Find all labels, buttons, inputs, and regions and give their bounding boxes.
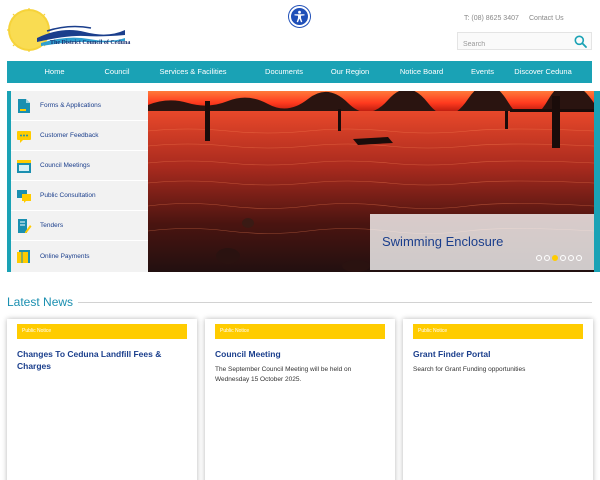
- side-item-council-meetings[interactable]: Council Meetings: [11, 151, 148, 181]
- news-card-text: Search for Grant Funding opportunities: [413, 366, 526, 373]
- nav-item-documents[interactable]: Documents: [254, 61, 314, 83]
- accent-stripe: [594, 91, 600, 272]
- slider-dot[interactable]: [560, 255, 566, 261]
- nav-item-services[interactable]: Services & Facilities: [132, 61, 254, 83]
- payment-document-icon: [17, 250, 30, 263]
- side-item-label: Council Meetings: [40, 162, 90, 169]
- accessibility-button[interactable]: [289, 6, 310, 27]
- side-item-label: Tenders: [40, 222, 64, 229]
- news-card-tag: Public Notice: [215, 324, 385, 339]
- logo-text: The District Council of Ceduna: [50, 40, 131, 46]
- consultation-icon: [17, 189, 31, 203]
- nav-item-discover-ceduna[interactable]: Discover Ceduna: [508, 61, 578, 83]
- accessibility-icon: [294, 10, 305, 23]
- news-card-tag: Public Notice: [17, 324, 187, 339]
- news-card[interactable]: Public Notice Grant Finder Portal Search…: [403, 319, 593, 480]
- chat-bubble-icon: [17, 130, 31, 143]
- nav-item-events[interactable]: Events: [457, 61, 508, 83]
- side-item-online-payments[interactable]: Online Payments: [11, 241, 148, 271]
- side-item-public-consultation[interactable]: Public Consultation: [11, 181, 148, 211]
- news-card[interactable]: Public Notice Council Meeting The Septem…: [205, 319, 395, 480]
- main-nav: Home Council Services & Facilities Docum…: [7, 61, 592, 83]
- search-input[interactable]: [458, 36, 568, 53]
- slider-dot[interactable]: [544, 255, 550, 261]
- slide-caption[interactable]: Swimming Enclosure: [370, 214, 594, 270]
- heading-divider: [78, 302, 592, 303]
- news-card-tag: Public Notice: [413, 324, 583, 339]
- sun-wave-logo-icon: [7, 8, 125, 52]
- council-logo[interactable]: [7, 8, 127, 54]
- quick-links-menu: Forms & Applications Customer Feedback C…: [7, 91, 148, 272]
- search-icon[interactable]: [574, 35, 587, 48]
- side-item-feedback[interactable]: Customer Feedback: [11, 121, 148, 151]
- site-header: The District Council of Ceduna T: (08) 8…: [0, 0, 600, 60]
- news-card-title[interactable]: Changes To Ceduna Landfill Fees & Charge…: [17, 348, 187, 372]
- form-document-icon: [18, 98, 30, 113]
- side-item-tenders[interactable]: Tenders: [11, 211, 148, 241]
- hero-slider[interactable]: Swimming Enclosure: [148, 91, 594, 272]
- slider-dot[interactable]: [568, 255, 574, 261]
- side-item-forms[interactable]: Forms & Applications: [11, 91, 148, 121]
- side-item-label: Customer Feedback: [40, 132, 99, 139]
- side-item-label: Forms & Applications: [40, 102, 102, 109]
- contact-us-link[interactable]: Contact Us: [529, 15, 564, 22]
- nav-item-our-region[interactable]: Our Region: [314, 61, 386, 83]
- phone-number: T: (08) 8625 3407: [464, 15, 519, 22]
- slider-dot-active[interactable]: [552, 255, 558, 261]
- latest-news-heading: Latest News: [7, 295, 74, 309]
- meeting-calendar-icon: [17, 159, 31, 173]
- news-card-title[interactable]: Grant Finder Portal: [413, 348, 583, 360]
- side-item-label: Public Consultation: [40, 192, 96, 199]
- search-box: [457, 32, 592, 53]
- slider-dot[interactable]: [576, 255, 582, 261]
- news-card-title[interactable]: Council Meeting: [215, 348, 385, 360]
- slider-dot[interactable]: [536, 255, 542, 261]
- tender-pencil-icon: [18, 218, 32, 233]
- nav-item-notice-board[interactable]: Notice Board: [386, 61, 457, 83]
- slider-dots: [536, 255, 582, 261]
- slide-caption-text: Swimming Enclosure: [382, 234, 504, 249]
- nav-item-council[interactable]: Council: [102, 61, 132, 83]
- side-item-label: Online Payments: [40, 252, 90, 260]
- news-card-text: The September Council Meeting will be he…: [215, 366, 352, 383]
- nav-item-home[interactable]: Home: [7, 61, 102, 83]
- news-card[interactable]: Public Notice Changes To Ceduna Landfill…: [7, 319, 197, 480]
